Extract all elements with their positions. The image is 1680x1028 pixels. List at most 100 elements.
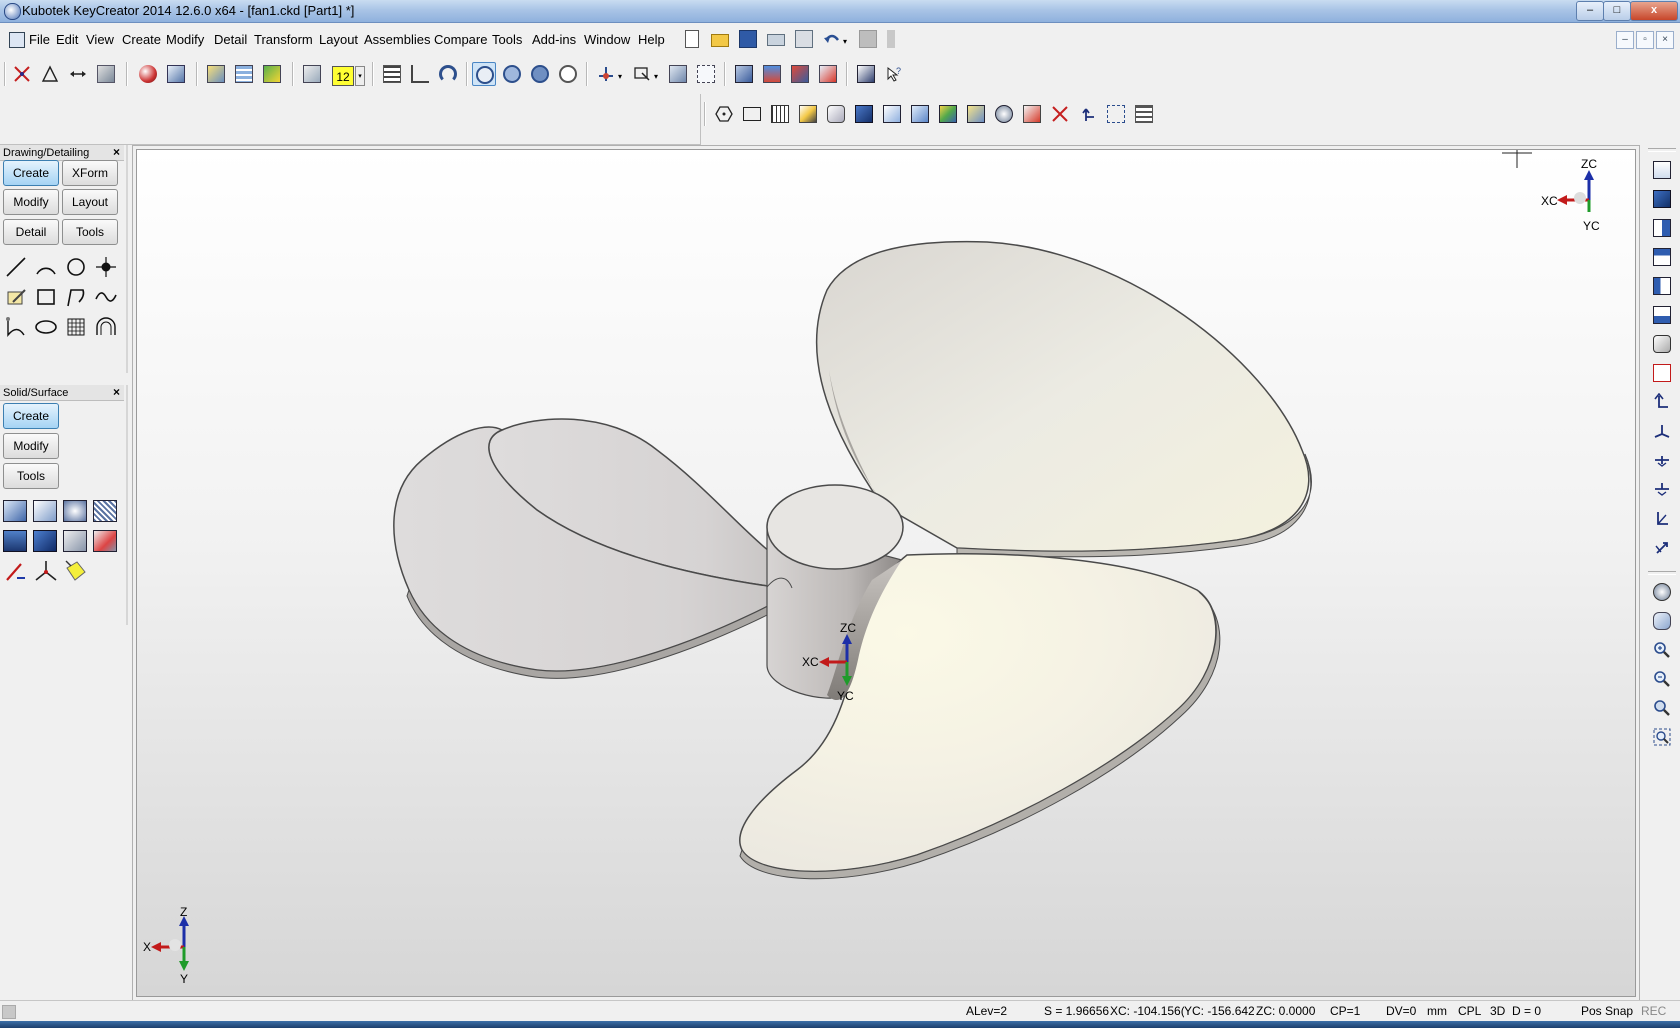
offset-arc-icon[interactable]: [93, 314, 119, 340]
mdi-minimize-button[interactable]: –: [1616, 31, 1634, 49]
polyline-icon[interactable]: [63, 284, 89, 310]
layer-settings-button[interactable]: [204, 62, 228, 86]
drawing-xform-button[interactable]: XForm: [62, 160, 118, 186]
print-preview-button[interactable]: [792, 27, 816, 51]
zoom-out-button[interactable]: [1650, 667, 1674, 691]
mdi-restore-button[interactable]: ▫: [1636, 31, 1654, 49]
blue-cube-button[interactable]: [852, 102, 876, 126]
pen-text-icon[interactable]: [3, 284, 29, 310]
work-layer-button[interactable]: [300, 62, 324, 86]
work-layer-number[interactable]: 12: [332, 66, 354, 86]
zoom-fit-button[interactable]: [1104, 102, 1128, 126]
undo-dropdown-icon[interactable]: ▾: [843, 37, 847, 46]
view-left-button[interactable]: [1650, 274, 1674, 298]
status-units[interactable]: mm: [1427, 1004, 1447, 1018]
solid-modify-button[interactable]: Modify: [3, 433, 59, 459]
help-context-button[interactable]: [854, 62, 878, 86]
menu-view[interactable]: View: [86, 32, 114, 47]
solid-wedge-icon[interactable]: [33, 530, 57, 552]
mdi-close-button[interactable]: ×: [1656, 31, 1674, 49]
menu-detail[interactable]: Detail: [214, 32, 247, 47]
highlight-surface-icon[interactable]: [63, 558, 89, 584]
menu-tools[interactable]: Tools: [492, 32, 522, 47]
snap-intersection-button[interactable]: [10, 62, 34, 86]
drawing-create-button[interactable]: Create: [3, 160, 59, 186]
view-iso-button[interactable]: [1650, 332, 1674, 356]
cube-light-button[interactable]: [908, 102, 932, 126]
list-layers-button[interactable]: [1132, 102, 1156, 126]
shade-mode-button[interactable]: [136, 62, 160, 86]
menu-transform[interactable]: Transform: [254, 32, 313, 47]
view-axo-button[interactable]: [1650, 361, 1674, 385]
rotate-view-z-button[interactable]: [1650, 448, 1674, 472]
section-button[interactable]: [788, 62, 812, 86]
close-button[interactable]: x: [1630, 1, 1678, 21]
menu-modify[interactable]: Modify: [166, 32, 204, 47]
surface-normal-icon[interactable]: [3, 558, 29, 584]
menu-edit[interactable]: Edit: [56, 32, 78, 47]
toolbar-grip[interactable]: [884, 27, 898, 51]
entity-attributes-button[interactable]: [94, 62, 118, 86]
zoom-in-button[interactable]: [1650, 638, 1674, 662]
intersect-button[interactable]: [1048, 102, 1072, 126]
prompt-area[interactable]: [0, 94, 701, 145]
status-depth[interactable]: D = 0: [1512, 1004, 1541, 1018]
ellipse-icon[interactable]: [33, 314, 59, 340]
graphics-viewport[interactable]: ZC XC YC ZC XC YC Z X Y: [136, 149, 1636, 997]
view-back-button[interactable]: [1650, 245, 1674, 269]
work-layer-dropdown[interactable]: ▾: [355, 66, 365, 86]
rectangle-draw-icon[interactable]: [33, 284, 59, 310]
minimize-button[interactable]: –: [1576, 1, 1604, 21]
status-3d-mode[interactable]: 3D: [1490, 1004, 1505, 1018]
render-shaded-button[interactable]: [528, 62, 552, 86]
zoom-window-button[interactable]: [1650, 696, 1674, 720]
propeller-model[interactable]: ZC XC YC ZC XC YC Z X Y: [137, 150, 1635, 996]
render-wireframe-button[interactable]: [472, 62, 496, 86]
menu-layout[interactable]: Layout: [319, 32, 358, 47]
axis-arrow-button[interactable]: [1076, 102, 1100, 126]
rotate-view-minus-button[interactable]: [1650, 477, 1674, 501]
view-top-button[interactable]: [1650, 158, 1674, 182]
print-button[interactable]: [764, 27, 788, 51]
hatch-grid-icon[interactable]: [63, 314, 89, 340]
chain-select-button[interactable]: [666, 62, 690, 86]
status-cpl[interactable]: CPL: [1458, 1004, 1481, 1018]
cube-color-button[interactable]: [936, 102, 960, 126]
solid-sweep-icon[interactable]: [93, 500, 117, 522]
fillet-curve-icon[interactable]: [3, 314, 29, 340]
save-button[interactable]: [736, 27, 760, 51]
polygon-select-button[interactable]: [694, 62, 718, 86]
drawing-layout-button[interactable]: Layout: [62, 189, 118, 215]
rectangle-button[interactable]: [740, 102, 764, 126]
pan-button[interactable]: [1650, 609, 1674, 633]
view-list-button[interactable]: [380, 62, 404, 86]
triangle-tool-button[interactable]: [38, 62, 62, 86]
rotate-view-custom-button[interactable]: [1650, 535, 1674, 559]
menu-window[interactable]: Window: [584, 32, 630, 47]
arc-icon[interactable]: [33, 254, 59, 280]
document-icon[interactable]: [9, 32, 25, 48]
polygon-button[interactable]: [712, 102, 736, 126]
view-rotate-button[interactable]: [436, 62, 460, 86]
surface-loft-icon[interactable]: [63, 530, 87, 552]
solid-extrude-icon[interactable]: [33, 500, 57, 522]
cube-gear-button[interactable]: [964, 102, 988, 126]
open-file-button[interactable]: [708, 27, 732, 51]
solid-tools-button[interactable]: Tools: [3, 463, 59, 489]
status-display-view[interactable]: DV=0: [1386, 1004, 1416, 1018]
render-hidden-button[interactable]: [500, 62, 524, 86]
redo-button[interactable]: [856, 27, 880, 51]
menu-compare[interactable]: Compare: [434, 32, 487, 47]
axis-vectors-icon[interactable]: [33, 558, 59, 584]
drawing-detail-button[interactable]: Detail: [3, 219, 59, 245]
menu-file[interactable]: File: [29, 32, 50, 47]
drawing-modify-button[interactable]: Modify: [3, 189, 59, 215]
zoom-extents-button[interactable]: [1650, 725, 1674, 749]
status-record[interactable]: REC: [1641, 1004, 1666, 1018]
render-options-button[interactable]: [992, 102, 1016, 126]
status-pos-snap[interactable]: Pos Snap: [1581, 1004, 1633, 1018]
new-file-button[interactable]: [680, 27, 704, 51]
solid-palette-close-button[interactable]: ×: [113, 385, 120, 400]
distance-button[interactable]: [66, 62, 90, 86]
pen-sketch-button[interactable]: [796, 102, 820, 126]
